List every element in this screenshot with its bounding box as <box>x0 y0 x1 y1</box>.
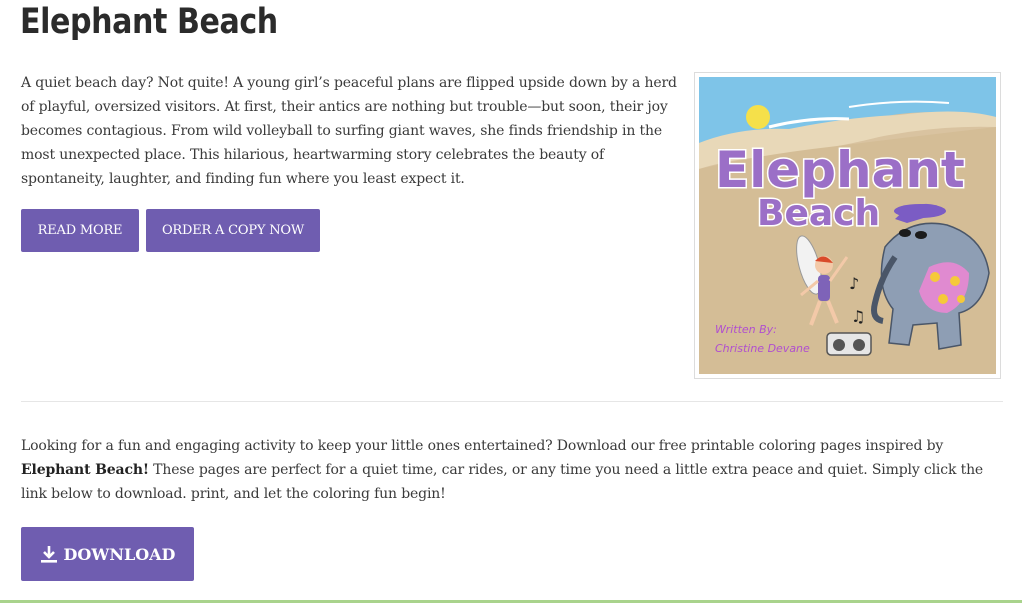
cover-title-line1: Elephant <box>715 141 965 199</box>
download-label: DOWNLOAD <box>63 544 176 564</box>
read-more-button[interactable]: READ MORE <box>21 209 139 252</box>
coloring-book-title: Elephant Beach! <box>21 462 149 478</box>
order-copy-button[interactable]: ORDER A COPY NOW <box>146 209 320 252</box>
coloring-pages-text: Looking for a fun and engaging activity … <box>21 434 1006 506</box>
coloring-text-start: Looking for a fun and engaging activity … <box>21 438 944 454</box>
book-cover-image[interactable]: Elephant Beach ♪ ♫ Written By: Christine… <box>694 72 1001 379</box>
download-button[interactable]: DOWNLOAD <box>21 527 194 581</box>
download-icon <box>40 545 58 563</box>
svg-text:♫: ♫ <box>851 307 865 326</box>
cover-author: Christine Devane <box>715 342 810 355</box>
coloring-text-end: These pages are perfect for a quiet time… <box>21 462 984 502</box>
svg-text:♪: ♪ <box>849 274 859 293</box>
cover-written-by: Written By: <box>715 323 777 336</box>
section-divider <box>21 401 1003 402</box>
cover-title-line2: Beach <box>757 193 880 234</box>
sun-icon <box>746 105 770 129</box>
page-title: Elephant Beach <box>20 2 278 42</box>
book-description: A quiet beach day? Not quite! A young gi… <box>21 75 677 187</box>
book-cover-illustration: Elephant Beach ♪ ♫ Written By: Christine… <box>699 77 996 374</box>
